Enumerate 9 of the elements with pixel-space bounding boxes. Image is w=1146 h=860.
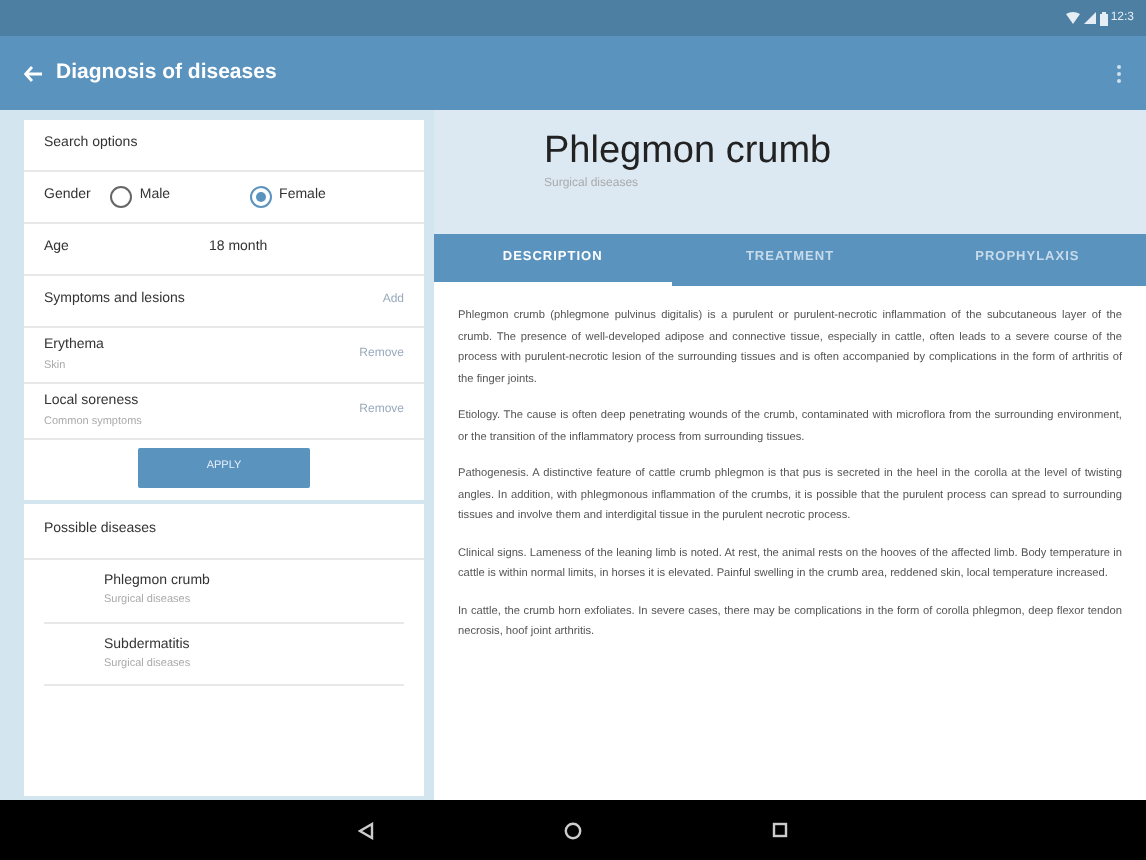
signal-icon — [1083, 12, 1096, 24]
back-arrow-icon[interactable] — [24, 65, 42, 81]
recents-nav-icon[interactable] — [772, 822, 788, 838]
app-title: Diagnosis of diseases — [56, 57, 277, 88]
battery-icon — [1099, 11, 1108, 25]
home-nav-icon[interactable] — [564, 821, 582, 839]
disease-title: Phlegmon crumb — [544, 130, 834, 176]
wifi-icon — [1066, 12, 1081, 24]
back-nav-icon[interactable] — [358, 821, 374, 839]
